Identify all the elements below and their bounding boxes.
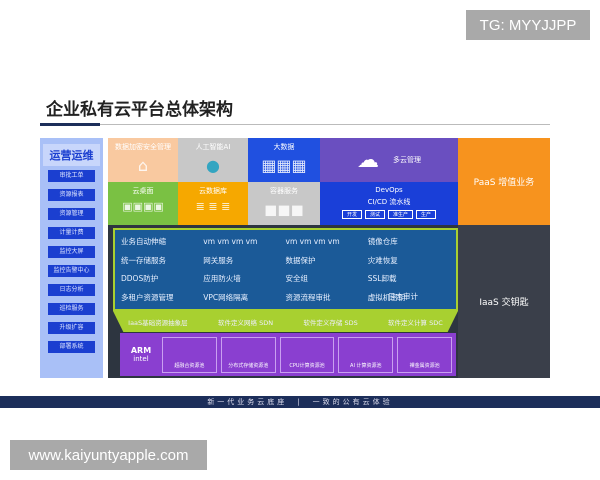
sidebar-item[interactable]: 日志分析 <box>48 284 95 296</box>
pool: 超融合资源池 <box>162 336 217 373</box>
watermark-top: TG: MYYJJPP <box>466 10 590 40</box>
tile-container: 容器服务 ◼◼◼ <box>248 182 320 225</box>
tile-cloud-desktop: 云桌面 ▣▣▣▣ <box>108 182 178 225</box>
service: 安全组 <box>285 274 309 284</box>
tile-devops: DevOps CI/CD 流水线 开发 测试 准生产 生产 <box>320 182 458 225</box>
sidebar-item[interactable]: 监控告警中心 <box>48 265 95 277</box>
tile-multicloud: ☁ 多云管理 <box>320 138 458 182</box>
sidebar-item[interactable]: 计量计费 <box>48 227 95 239</box>
tile-label: 云桌面 <box>132 187 154 195</box>
watermark-bottom: www.kaiyuntyapple.com <box>10 440 207 470</box>
tile-label: 多云管理 <box>393 156 421 164</box>
cicd-label: CI/CD 流水线 <box>367 198 411 206</box>
sidebar-heading: 运营运维 <box>43 144 100 166</box>
cubes-icon: ▦▦▦ <box>261 156 307 175</box>
vm-group: vm vm vm vm <box>285 236 340 246</box>
service: SSL卸载 <box>367 274 397 284</box>
tile-bigdata: 大数据 ▦▦▦ <box>248 138 320 182</box>
vm-group: vm vm vm vm <box>203 236 258 246</box>
stage: 测试 <box>364 210 385 219</box>
service: 网关服务 <box>203 255 234 265</box>
divider <box>40 124 550 125</box>
sds-label: 软件定义存储 SDS <box>303 318 358 327</box>
hardware-pools: ARM intel 超融合资源池 分布式存储资源池 CPU计算资源池 AI 计算资… <box>120 333 456 376</box>
sidebar-item[interactable]: 监控大屏 <box>48 246 95 258</box>
footer-bar: 新一代业务云底座 | 一致的公有云体验 <box>0 396 600 408</box>
tile-label: DevOps <box>375 186 403 194</box>
service: DDOS防护 <box>121 274 159 284</box>
ops-sidebar: 运营运维 审批工单 资源报表 资源管理 计量计费 监控大屏 监控告警中心 日志分… <box>40 138 103 378</box>
service: 多租户资源管理 <box>121 293 174 303</box>
tile-cloud-database: 云数据库 ≣ ≣ ≣ <box>178 182 248 225</box>
arm-logo: ARM <box>130 346 152 355</box>
sidebar-item[interactable]: 资源管理 <box>48 208 95 220</box>
sidebar-item[interactable]: 巡检服务 <box>48 303 95 315</box>
sidebar-item[interactable]: 升级扩容 <box>48 322 95 334</box>
ai-head-icon: ● <box>206 156 220 175</box>
cloud-icon: ☁ <box>357 147 379 173</box>
service: 灾难恢复 <box>367 255 398 265</box>
service: 资源流程审批 <box>285 293 331 303</box>
paas-label: PaaS 增值业务 <box>458 138 550 225</box>
stage: 开发 <box>341 210 362 219</box>
intel-logo: intel <box>133 355 149 363</box>
layer-label: IaaS基础资源抽象层 <box>128 318 188 327</box>
desktop-icon: ▣▣▣▣ <box>122 200 164 213</box>
iaas-abstraction-layer: IaaS基础资源抽象层 软件定义网络 SDN 软件定义存储 SDS 软件定义计算… <box>113 311 458 332</box>
database-icon: ≣ ≣ ≣ <box>195 200 231 213</box>
pool: AI 计算资源池 <box>338 336 394 373</box>
tile-ai: 人工智能AI ● <box>178 138 248 182</box>
service: VPC网络隔离 <box>203 293 249 303</box>
divider-accent <box>40 123 100 126</box>
sidebar-item[interactable]: 资源报表 <box>48 189 95 201</box>
sdc-label: 软件定义计算 SDC <box>388 318 443 327</box>
container-icon: ◼◼◼ <box>264 200 304 219</box>
sidebar-item[interactable]: 审批工单 <box>48 170 95 182</box>
service: 统一存储服务 <box>121 255 166 265</box>
tile-label: 大数据 <box>273 143 295 151</box>
sdn-label: 软件定义网络 SDN <box>218 318 274 327</box>
pool: CPU计算资源池 <box>279 336 335 373</box>
page-title: 企业私有云平台总体架构 <box>46 100 233 120</box>
house-lock-icon: ⌂ <box>137 156 149 175</box>
service: 数据保护 <box>285 255 316 265</box>
stage: 准生产 <box>388 210 414 219</box>
tile-label: 人工智能AI <box>195 143 231 151</box>
pool: 裸金属资源池 <box>397 336 452 373</box>
tile-label: 数据加密安全管理 <box>115 143 171 151</box>
pool: 分布式存储资源池 <box>220 336 276 373</box>
service: 业务自动伸缩 <box>121 236 166 246</box>
service-log-audit: 日志审计 <box>388 292 418 301</box>
iaas-label: IaaS 交钥匙 <box>458 225 550 378</box>
service: 应用防火墙 <box>203 274 241 284</box>
service: 镜像仓库 <box>367 236 398 246</box>
stage: 生产 <box>416 210 437 219</box>
tile-label: 容器服务 <box>270 187 298 195</box>
tile-data-security: 数据加密安全管理 ⌂ <box>108 138 178 182</box>
sidebar-item[interactable]: 部署系统 <box>48 341 95 353</box>
tile-label: 云数据库 <box>199 187 227 195</box>
